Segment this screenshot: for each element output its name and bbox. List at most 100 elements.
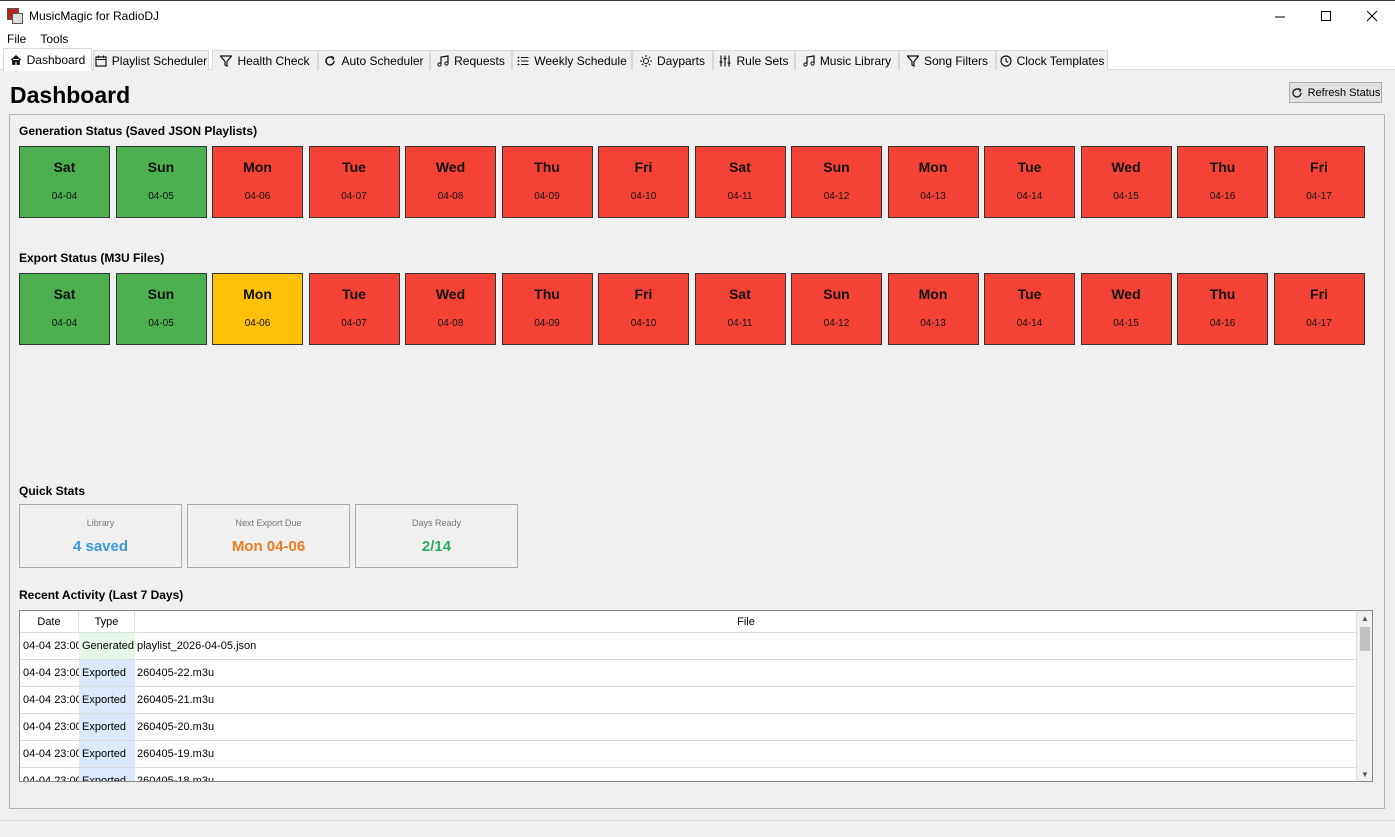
menu-tools[interactable]: Tools	[33, 32, 75, 46]
cell-type: Generated	[79, 633, 135, 659]
tab-song-filters[interactable]: Song Filters	[899, 50, 996, 70]
stat-value: 4 saved	[72, 538, 129, 555]
day-status-box[interactable]: Sat 04-04	[19, 273, 110, 345]
day-date: 04-11	[727, 191, 753, 202]
column-header-file[interactable]: File	[135, 611, 1357, 633]
day-date: 04-12	[823, 191, 850, 202]
day-status-box[interactable]: Mon 04-06	[212, 146, 303, 218]
day-date: 04-05	[148, 318, 174, 329]
vertical-scrollbar[interactable]: ▲ ▼	[1356, 611, 1372, 781]
day-status-box[interactable]: Sun 04-05	[115, 146, 207, 218]
day-name: Wed	[1111, 286, 1141, 302]
cell-date: 04-04 23:00	[23, 640, 82, 652]
day-status-box[interactable]: Sat 04-04	[19, 146, 110, 218]
day-status-box[interactable]: Wed 04-15	[1080, 273, 1172, 345]
minimize-button[interactable]	[1257, 1, 1303, 31]
scrollbar-thumb[interactable]	[1360, 627, 1370, 651]
day-date: 04-13	[920, 318, 946, 329]
music-note-icon	[437, 54, 449, 67]
stat-label: Library	[86, 518, 115, 528]
table-row[interactable]: 04-04 23:00 Generated playlist_2026-04-05.…	[20, 633, 1357, 660]
cell-file: 260405-22.m3u	[137, 667, 215, 679]
tab-dashboard[interactable]: Dashboard	[3, 48, 92, 71]
day-status-box[interactable]: Tue 04-07	[308, 146, 400, 218]
table-row[interactable]: 04-04 23:00 Exported 260405-21.m3u	[20, 687, 1357, 714]
day-date: 04-08	[437, 191, 464, 202]
tab-music-library[interactable]: Music Library	[795, 50, 899, 70]
day-name: Mon	[918, 286, 948, 302]
day-status-box[interactable]: Thu 04-16	[1177, 273, 1268, 345]
day-date: 04-10	[630, 318, 657, 329]
window-controls	[1257, 1, 1395, 31]
day-status-box[interactable]: Wed 04-08	[405, 146, 496, 218]
day-status-box[interactable]: Sun 04-12	[791, 146, 882, 218]
day-name: Wed	[1111, 159, 1141, 175]
day-date: 04-06	[244, 191, 271, 202]
day-status-box[interactable]: Sat 04-11	[694, 273, 786, 345]
day-status-box[interactable]: Thu 04-09	[501, 146, 593, 218]
day-status-box[interactable]: Sun 04-12	[791, 273, 882, 345]
day-status-box[interactable]: Thu 04-09	[501, 273, 593, 345]
day-name: Fri	[634, 286, 653, 302]
menu-file[interactable]: File	[0, 32, 33, 46]
tab-bar: Dashboard Playlist Scheduler Health Check A…	[0, 48, 1395, 71]
day-name: Thu	[1209, 159, 1236, 175]
tab-label: Clock Templates	[1016, 53, 1105, 68]
stat-card-days-ready: Days Ready 2/14	[355, 504, 518, 568]
day-name: Sat	[53, 159, 76, 175]
day-status-box[interactable]: Mon 04-06	[212, 273, 303, 345]
status-bar	[0, 820, 1395, 837]
table-row[interactable]: 04-04 23:00 Exported 260405-18.m3u	[20, 768, 1357, 782]
day-date: 04-14	[1016, 191, 1043, 202]
day-status-box[interactable]: Thu 04-16	[1177, 146, 1268, 218]
table-row[interactable]: 04-04 23:00 Exported 260405-20.m3u	[20, 714, 1357, 741]
column-header-type[interactable]: Type	[79, 611, 135, 633]
maximize-button[interactable]	[1303, 1, 1349, 31]
tab-label: Dashboard	[26, 53, 86, 67]
day-date: 04-07	[341, 318, 367, 329]
tab-rule-sets[interactable]: Rule Sets	[713, 50, 795, 70]
stat-label: Days Ready	[411, 518, 462, 528]
list-icon	[517, 56, 529, 65]
cell-file: 260405-18.m3u	[137, 775, 215, 782]
day-status-box[interactable]: Wed 04-08	[405, 273, 496, 345]
day-date: 04-11	[727, 318, 753, 329]
sun-icon	[639, 54, 652, 67]
tab-auto-scheduler[interactable]: Auto Scheduler	[318, 50, 430, 70]
tab-clock-templates[interactable]: Clock Templates	[996, 50, 1108, 70]
status-panel: Generation Status (Saved JSON Playlists)…	[9, 114, 1385, 809]
day-status-box[interactable]: Mon 04-13	[887, 146, 979, 218]
table-row[interactable]: 04-04 23:00 Exported 260405-19.m3u	[20, 741, 1357, 768]
day-status-box[interactable]: Fri 04-17	[1273, 273, 1365, 345]
table-row[interactable]: 04-04 23:00 Exported 260405-22.m3u	[20, 660, 1357, 687]
day-status-box[interactable]: Tue 04-07	[308, 273, 400, 345]
day-status-box[interactable]: Tue 04-14	[984, 146, 1075, 218]
menu-bar: File Tools	[0, 30, 1395, 48]
close-button[interactable]	[1349, 1, 1395, 31]
scroll-down-icon[interactable]: ▼	[1357, 767, 1372, 781]
scroll-up-icon[interactable]: ▲	[1357, 611, 1372, 625]
day-status-box[interactable]: Mon 04-13	[887, 273, 979, 345]
day-status-box[interactable]: Tue 04-14	[984, 273, 1075, 345]
title-bar: MusicMagic for RadioDJ	[0, 0, 1395, 30]
page-title: Dashboard	[10, 82, 131, 108]
recent-activity-table[interactable]: Date Type File 04-04 23:00 Generated playl…	[19, 610, 1373, 782]
day-status-box[interactable]: Sat 04-11	[694, 146, 786, 218]
column-header-date[interactable]: Date	[20, 611, 79, 633]
tab-health-check[interactable]: Health Check	[212, 50, 318, 70]
tab-playlist-scheduler[interactable]: Playlist Scheduler	[93, 50, 209, 70]
refresh-status-button[interactable]: Refresh Status	[1289, 82, 1382, 103]
day-status-box[interactable]: Wed 04-15	[1080, 146, 1172, 218]
stat-value: Mon 04-06	[231, 538, 306, 555]
tab-requests[interactable]: Requests	[430, 50, 512, 70]
day-status-box[interactable]: Sun 04-05	[115, 273, 207, 345]
tab-dayparts[interactable]: Dayparts	[632, 50, 713, 70]
day-status-box[interactable]: Fri 04-10	[598, 146, 689, 218]
tab-weekly-schedule[interactable]: Weekly Schedule	[512, 50, 632, 70]
day-name: Fri	[1310, 159, 1328, 175]
day-name: Thu	[534, 159, 560, 175]
day-date: 04-07	[341, 191, 367, 202]
day-name: Thu	[1209, 286, 1236, 302]
day-status-box[interactable]: Fri 04-10	[598, 273, 689, 345]
day-status-box[interactable]: Fri 04-17	[1273, 146, 1365, 218]
